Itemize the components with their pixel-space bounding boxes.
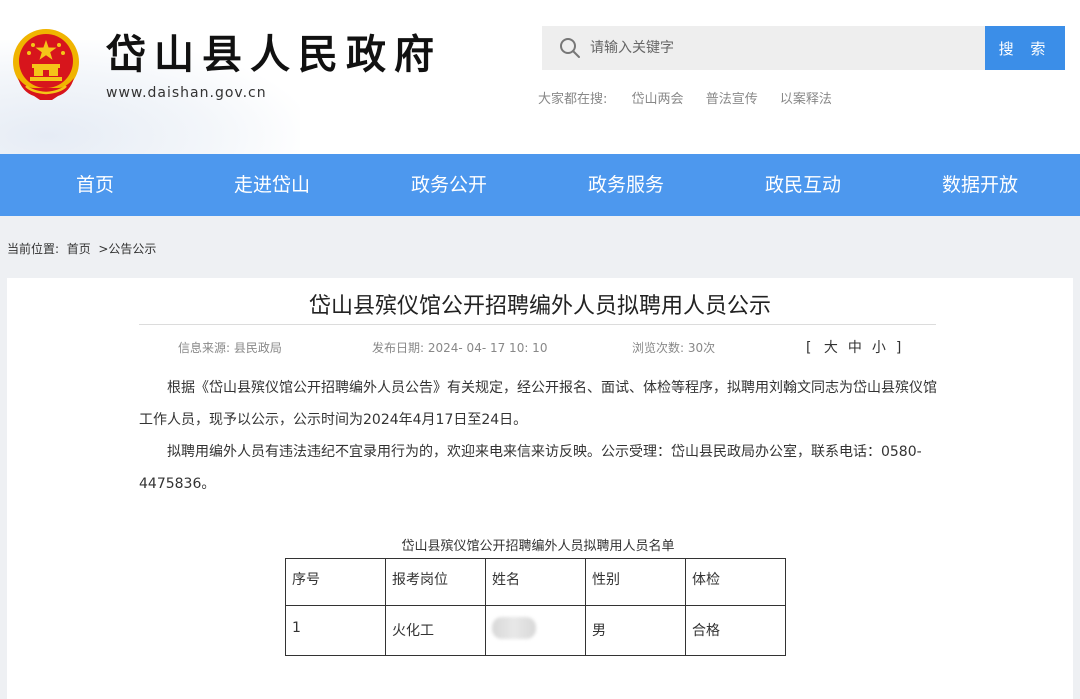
table-header-row: 序号 报考岗位 姓名 性别 体检: [285, 558, 786, 606]
table-header-cell: 序号: [285, 558, 386, 606]
nav-item-open-data[interactable]: 数据开放: [920, 154, 1040, 216]
nav-item-about[interactable]: 走进岱山: [212, 154, 332, 216]
hot-searches: 大家都在搜: 岱山两会 普法宣传 以案释法: [538, 88, 832, 107]
nav-item-home[interactable]: 首页: [35, 154, 155, 216]
font-size-open-bracket: [: [806, 340, 816, 356]
table-cell-exam: 合格: [685, 605, 786, 656]
breadcrumb-prefix: 当前位置:: [7, 242, 60, 256]
date-label: 发布日期:: [372, 341, 425, 355]
font-size-large-link[interactable]: 大: [824, 340, 842, 356]
table-cell-index: 1: [285, 605, 386, 656]
font-size-small-link[interactable]: 小: [872, 340, 890, 356]
search-button[interactable]: 搜 索: [985, 26, 1065, 70]
breadcrumb-home-link[interactable]: 首页: [67, 242, 91, 256]
source-value: 县民政局: [233, 341, 282, 355]
breadcrumb: 当前位置: 首页 >公告公示: [7, 240, 156, 257]
article-body: 根据《岱山县殡仪馆公开招聘编外人员公告》有关规定，经公开报名、面试、体检等程序，…: [139, 372, 939, 500]
table-row: 1 火化工 男 合格: [285, 605, 786, 656]
table-cell-name: [485, 605, 586, 656]
hot-term-link[interactable]: 以案释法: [780, 92, 832, 107]
article-paragraph: 拟聘用编外人员有违法违纪不宜录用行为的，欢迎来电来信来访反映。公示受理：岱山县民…: [139, 444, 922, 492]
hot-searches-label: 大家都在搜:: [538, 92, 608, 107]
redacted-name: [492, 617, 536, 639]
hire-roster-table: 序号 报考岗位 姓名 性别 体检 1 火化工 男 合格: [285, 558, 786, 656]
article-date: 发布日期: 2024- 04- 17 10: 10: [372, 339, 547, 356]
site-title: 岱山县人民政府: [106, 31, 442, 78]
national-emblem-icon: [13, 29, 79, 100]
main-nav: 首页 走进岱山 政务公开 政务服务 政民互动 数据开放: [0, 154, 1080, 216]
article-source: 信息来源: 县民政局: [178, 339, 282, 356]
article-title: 岱山县殡仪馆公开招聘编外人员拟聘用人员公示: [308, 294, 771, 319]
views-label: 浏览次数:: [632, 341, 685, 355]
site-url: www.daishan.gov.cn: [106, 85, 267, 101]
table-cell-gender: 男: [585, 605, 686, 656]
breadcrumb-current-link[interactable]: >公告公示: [98, 242, 156, 256]
title-divider: [139, 324, 936, 325]
search-input[interactable]: [584, 26, 974, 70]
table-caption: 岱山县殡仪馆公开招聘编外人员拟聘用人员名单: [401, 539, 675, 554]
table-cell-position: 火化工: [385, 605, 486, 656]
article-views: 浏览次数: 30次: [632, 339, 715, 356]
nav-item-gov-affairs[interactable]: 政务公开: [389, 154, 509, 216]
search-icon[interactable]: [558, 36, 582, 60]
article-paragraph: 根据《岱山县殡仪馆公开招聘编外人员公告》有关规定，经公开报名、面试、体检等程序，…: [139, 380, 937, 428]
table-header-cell: 姓名: [485, 558, 586, 606]
nav-item-interaction[interactable]: 政民互动: [743, 154, 863, 216]
table-header-cell: 性别: [585, 558, 686, 606]
views-value: 30次: [687, 341, 716, 355]
nav-item-gov-services[interactable]: 政务服务: [566, 154, 686, 216]
font-size-switcher: [ 大中小]: [806, 337, 905, 357]
table-header-cell: 体检: [685, 558, 786, 606]
font-size-close-bracket: ]: [895, 340, 906, 356]
hot-term-link[interactable]: 岱山两会: [632, 92, 684, 107]
site-header: 岱山县人民政府 www.daishan.gov.cn 搜 索 大家都在搜: 岱山…: [0, 0, 1080, 154]
date-value: 2024- 04- 17 10: 10: [427, 341, 548, 355]
table-header-cell: 报考岗位: [385, 558, 486, 606]
hot-term-link[interactable]: 普法宣传: [706, 92, 758, 107]
source-label: 信息来源:: [178, 341, 231, 355]
font-size-medium-link[interactable]: 中: [848, 340, 866, 356]
